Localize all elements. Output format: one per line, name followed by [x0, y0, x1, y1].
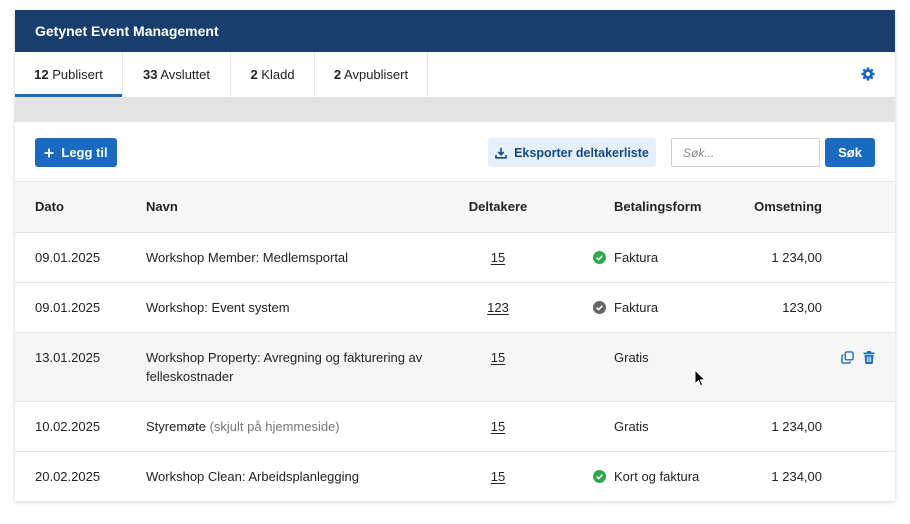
revenue [715, 333, 822, 401]
event-name-cell: Workshop Property: Avregning og fakturer… [146, 333, 431, 401]
table-row[interactable]: 09.01.2025 Workshop Member: Medlemsportal… [15, 233, 895, 283]
payment-cell: Gratis [565, 402, 715, 451]
tab-avsluttet[interactable]: 33 Avsluttet [123, 52, 231, 97]
grey-check-icon [593, 301, 606, 314]
event-date: 09.01.2025 [35, 300, 101, 315]
revenue: 1 234,00 [771, 419, 822, 434]
search-button-label: Søk [838, 145, 862, 160]
app-title: Getynet Event Management [35, 23, 219, 39]
section-divider-band [15, 97, 895, 122]
tab-count: 12 [34, 67, 49, 82]
revenue: 1 234,00 [771, 469, 822, 484]
row-actions [822, 402, 895, 451]
tab-count: 33 [143, 67, 158, 82]
event-name: Styremøte [146, 419, 206, 434]
event-name: Workshop Clean: Arbeidsplanlegging [146, 469, 359, 484]
table-row[interactable]: 10.02.2025 Styremøte (skjult på hjemmesid… [15, 402, 895, 452]
table-body: 09.01.2025 Workshop Member: Medlemsportal… [15, 233, 895, 501]
trash-button[interactable] [863, 348, 875, 367]
event-name-cell: Styremøte (skjult på hjemmeside) [146, 402, 431, 451]
tab-label: Kladd [261, 67, 295, 82]
trash-icon [863, 351, 875, 364]
green-check-icon [593, 251, 606, 264]
event-name: Workshop Member: Medlemsportal [146, 250, 349, 265]
event-date: 10.02.2025 [35, 419, 101, 434]
status-tabs: 12 Publisert 33 Avsluttet 2 Kladd 2 Avpu… [15, 52, 895, 97]
participants-cell: 15 [431, 233, 565, 282]
participants-cell: 15 [431, 402, 565, 451]
app-header: Getynet Event Management [15, 10, 895, 52]
tab-avpublisert[interactable]: 2 Avpublisert [315, 52, 428, 97]
payment-method: Gratis [614, 419, 649, 434]
events-table: Dato Navn Deltakere Betalingsform Omsetn… [15, 182, 895, 501]
tab-label: Avsluttet [160, 67, 210, 82]
event-name: Workshop Property: Avregning og fakturer… [146, 350, 423, 384]
column-header-participants[interactable]: Deltakere [431, 182, 565, 232]
revenue: 1 234,00 [771, 250, 822, 265]
event-name-cell: Workshop Member: Medlemsportal [146, 233, 431, 282]
payment-cell: Kort og faktura [565, 452, 715, 501]
participants-cell: 15 [431, 333, 565, 401]
event-date: 09.01.2025 [35, 250, 101, 265]
event-name-cell: Workshop: Event system [146, 283, 431, 332]
copy-icon [841, 351, 854, 364]
table-header: Dato Navn Deltakere Betalingsform Omsetn… [15, 182, 895, 233]
column-header-revenue[interactable]: Omsetning [715, 182, 822, 232]
table-row[interactable]: 13.01.2025 Workshop Property: Avregning o… [15, 333, 895, 402]
tab-count: 2 [250, 67, 258, 82]
row-actions [822, 452, 895, 501]
add-event-button[interactable]: Legg til [35, 138, 117, 167]
settings-button[interactable] [861, 67, 875, 81]
table-row[interactable]: 09.01.2025 Workshop: Event system 123 Faktu… [15, 283, 895, 333]
participants-link[interactable]: 123 [487, 300, 509, 315]
tab-count: 2 [333, 67, 342, 82]
gear-icon [861, 67, 875, 81]
participants-link[interactable]: 15 [491, 350, 505, 365]
payment-method: Kort og faktura [614, 469, 700, 484]
participants-link[interactable]: 15 [491, 419, 505, 434]
tab-label: Publisert [52, 67, 103, 82]
event-name-cell: Workshop Clean: Arbeidsplanlegging [146, 452, 431, 501]
column-header-date[interactable]: Dato [15, 182, 146, 232]
event-date: 13.01.2025 [35, 350, 101, 365]
payment-method: Faktura [614, 300, 659, 315]
tab-kladd[interactable]: 2 Kladd [231, 52, 315, 97]
event-visibility-note: (skjult på hjemmeside) [209, 419, 340, 434]
download-icon [495, 147, 507, 159]
participants-cell: 123 [431, 283, 565, 332]
row-actions [822, 233, 895, 282]
copy-button[interactable] [841, 348, 854, 367]
tab-label: Avpublisert [344, 67, 409, 82]
payment-cell: Gratis [565, 333, 715, 401]
revenue: 123,00 [782, 300, 822, 315]
event-name: Workshop: Event system [146, 300, 290, 315]
payment-method: Gratis [614, 350, 649, 365]
search-input[interactable] [671, 138, 820, 167]
table-row[interactable]: 20.02.2025 Workshop Clean: Arbeidsplanleg… [15, 452, 895, 501]
toolbar: Legg til Eksporter deltakerliste Søk [15, 122, 895, 182]
participants-link[interactable]: 15 [491, 469, 505, 484]
column-header-actions [822, 182, 895, 232]
column-header-name[interactable]: Navn [146, 182, 431, 232]
export-participants-label: Eksporter deltakerliste [514, 145, 649, 160]
row-actions [822, 283, 895, 332]
plus-icon [44, 148, 54, 158]
search-button[interactable]: Søk [825, 138, 875, 167]
participants-cell: 15 [431, 452, 565, 501]
event-date: 20.02.2025 [35, 469, 101, 484]
payment-cell: Faktura [565, 283, 715, 332]
payment-cell: Faktura [565, 233, 715, 282]
green-check-icon [593, 470, 606, 483]
add-event-label: Legg til [61, 145, 108, 160]
row-actions [822, 333, 895, 401]
export-participants-button[interactable]: Eksporter deltakerliste [488, 138, 656, 167]
payment-method: Faktura [614, 250, 659, 265]
participants-link[interactable]: 15 [491, 250, 505, 265]
column-header-payment[interactable]: Betalingsform [565, 182, 715, 232]
tab-publisert[interactable]: 12 Publisert [15, 52, 123, 97]
event-management-card: Getynet Event Management 12 Publisert 33… [15, 10, 895, 501]
